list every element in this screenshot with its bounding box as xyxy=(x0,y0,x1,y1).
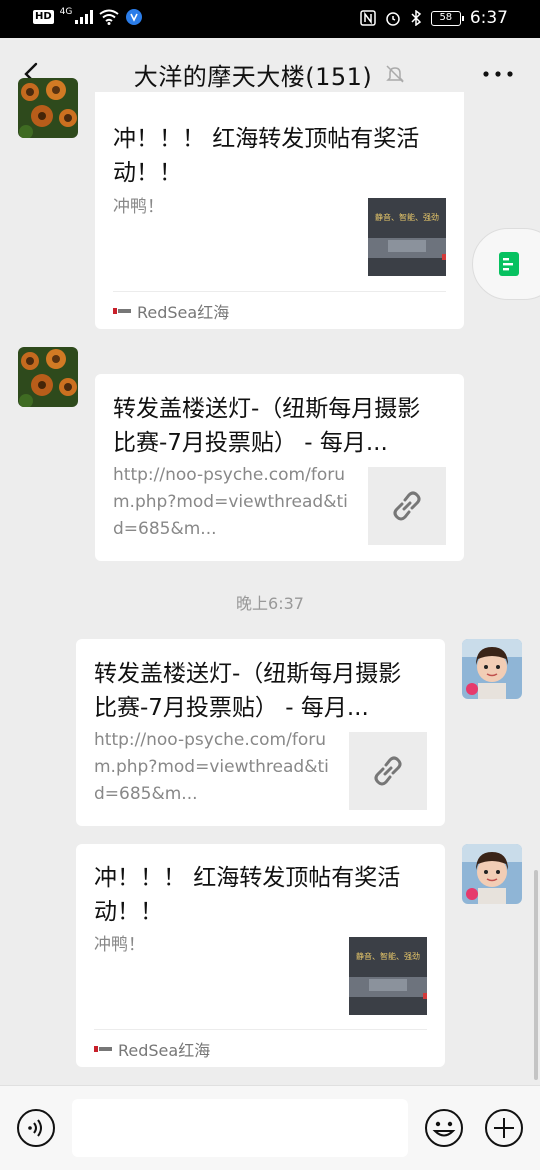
input-bar xyxy=(0,1085,540,1170)
status-time: 6:37 xyxy=(469,8,508,28)
hd-badge: HD xyxy=(33,10,54,24)
chat-title: 大洋的摩天大楼(151) xyxy=(133,62,373,91)
message-input[interactable] xyxy=(72,1099,408,1157)
link-thumbnail xyxy=(368,467,446,545)
avatar[interactable] xyxy=(18,347,78,407)
thumbnail-text: 静音、智能、强劲 xyxy=(375,212,439,222)
shield-app-icon xyxy=(126,9,143,25)
avatar[interactable] xyxy=(18,78,78,138)
shared-card-message[interactable]: 冲！！！ 红海转发顶帖有奖活动！！ 冲鸭！ 静音、智能、强劲 RedSea红海 xyxy=(76,844,445,1067)
card-source: RedSea红海 xyxy=(113,291,446,329)
mute-bell-icon xyxy=(386,65,405,83)
alarm-icon xyxy=(386,12,400,26)
thumbnail-text: 静音、智能、强劲 xyxy=(356,951,420,961)
scrollbar[interactable] xyxy=(534,870,538,1080)
link-icon xyxy=(374,756,402,786)
self-avatar[interactable] xyxy=(462,844,522,904)
self-avatar[interactable] xyxy=(462,639,522,699)
card-title: 冲！！！ 红海转发顶帖有奖活动！！ xyxy=(94,865,401,925)
card-title: 转发盖楼送灯-（纽斯每月摄影比赛-7月投票贴） - 每月... xyxy=(113,396,421,456)
more-icon[interactable] xyxy=(480,64,516,84)
card-thumbnail: 静音、智能、强劲 xyxy=(368,198,446,276)
document-icon xyxy=(499,252,519,276)
time-separator: 晚上6:37 xyxy=(236,594,304,613)
card-title: 转发盖楼送灯-（纽斯每月摄影比赛-7月投票贴） - 每月... xyxy=(94,661,402,721)
link-thumbnail xyxy=(349,732,427,810)
bluetooth-icon xyxy=(411,10,421,26)
network-type: 4G xyxy=(59,7,73,17)
card-title: 冲！！！ 红海转发顶帖有奖活动！！ xyxy=(113,126,420,186)
plus-icon[interactable] xyxy=(484,1108,524,1148)
source-name: RedSea红海 xyxy=(137,302,230,322)
card-url: http://noo-psyche.com/forum.php?mod=view… xyxy=(113,465,348,539)
floating-window-tab[interactable] xyxy=(472,228,540,300)
nfc-icon xyxy=(360,10,376,26)
card-description: 冲鸭！ xyxy=(113,197,164,217)
battery-icon: 58 xyxy=(430,10,464,26)
voice-icon[interactable] xyxy=(16,1108,56,1148)
signal-icon xyxy=(75,10,94,24)
shared-card-message[interactable]: 冲！！！ 红海转发顶帖有奖活动！！ 冲鸭！ 静音、智能、强劲 RedSea红海 xyxy=(95,92,464,329)
card-source: RedSea红海 xyxy=(94,1029,427,1067)
link-card-message[interactable]: 转发盖楼送灯-（纽斯每月摄影比赛-7月投票贴） - 每月... http://n… xyxy=(95,374,464,561)
source-name: RedSea红海 xyxy=(118,1040,211,1060)
link-card-message[interactable]: 转发盖楼送灯-（纽斯每月摄影比赛-7月投票贴） - 每月... http://n… xyxy=(76,639,445,826)
card-thumbnail: 静音、智能、强劲 xyxy=(349,937,427,1015)
card-url: http://noo-psyche.com/forum.php?mod=view… xyxy=(94,730,329,804)
emoji-icon[interactable] xyxy=(424,1108,464,1148)
status-bar: HD 4G 58 6:37 xyxy=(0,0,540,38)
redsea-logo-icon xyxy=(94,1043,112,1054)
link-icon xyxy=(393,491,421,521)
redsea-logo-icon xyxy=(113,305,131,316)
card-description: 冲鸭！ xyxy=(94,935,145,955)
wifi-icon xyxy=(99,9,119,25)
